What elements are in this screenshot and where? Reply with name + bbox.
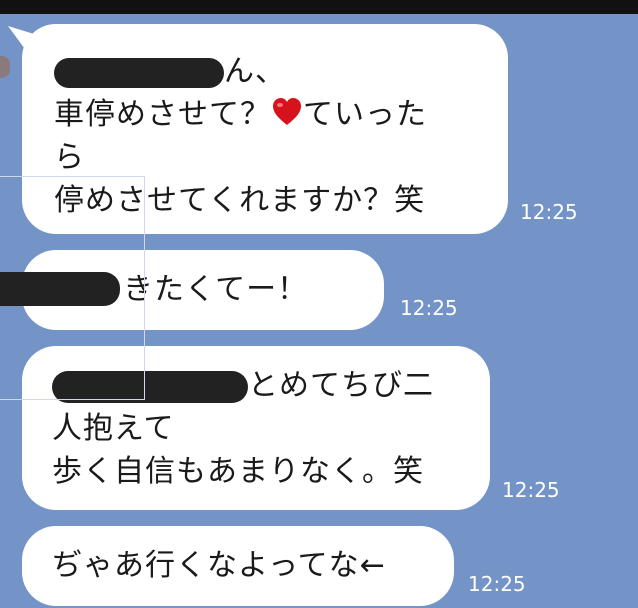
sender-avatar[interactable]	[0, 56, 10, 78]
message-text: とめてちび二	[248, 368, 434, 403]
timestamp: 12:25	[400, 296, 458, 320]
message-1-line-2: 車停めさせて？ ていった	[54, 93, 508, 136]
message-text: 車停めさせて？	[54, 97, 271, 132]
message-text: ん、	[224, 54, 286, 89]
timestamp: 12:25	[468, 572, 526, 596]
message-bubble-4[interactable]: ぢゃあ行くなよってな←	[22, 526, 454, 606]
status-bar	[0, 0, 638, 14]
selection-outline	[0, 176, 145, 400]
timestamp: 12:25	[502, 478, 560, 502]
message-1-line-3: ら	[54, 140, 85, 175]
message-text: ていった	[303, 97, 427, 132]
heart-icon	[273, 98, 301, 125]
timestamp: 12:25	[520, 200, 578, 224]
message-1-line-1: ん、	[54, 50, 508, 93]
redacted-name	[54, 57, 224, 88]
message-3-line-3: 歩く自信もあまりなく。笑	[52, 454, 424, 489]
message-3-line-2: 人抱えて	[52, 411, 175, 446]
message-4-line-1: ぢゃあ行くなよってな←	[52, 548, 386, 583]
